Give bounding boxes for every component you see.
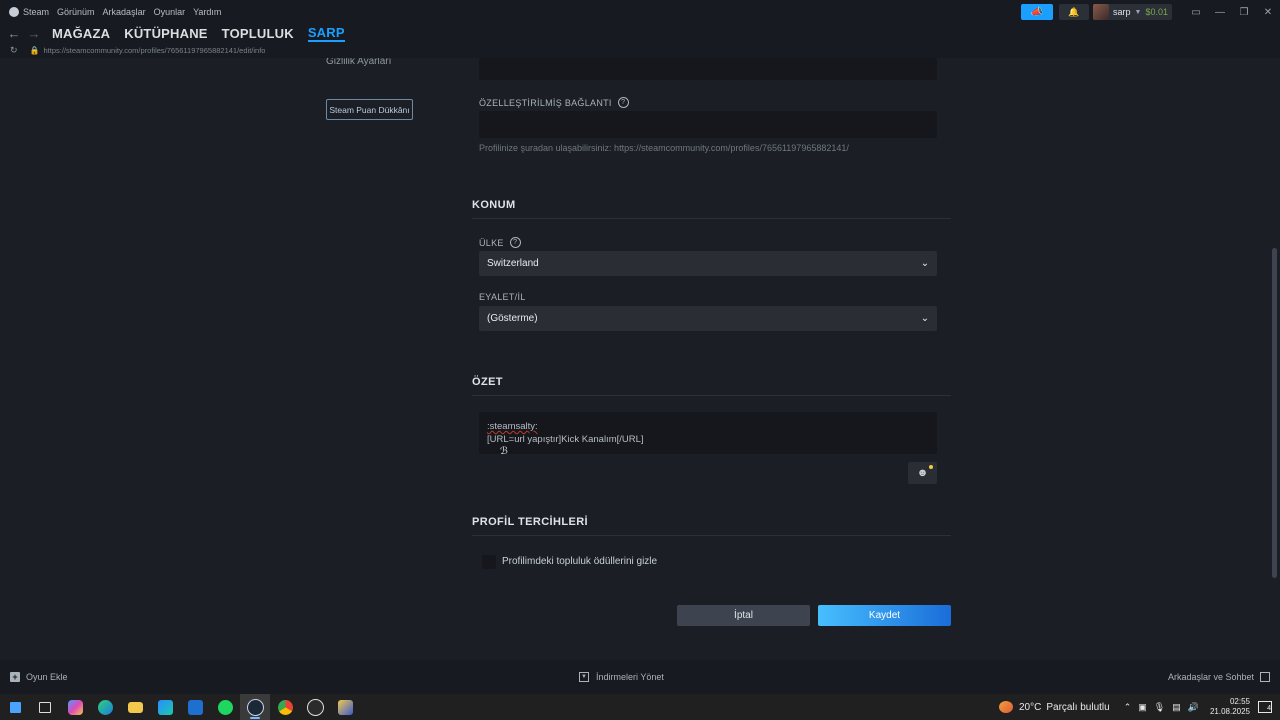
chat-icon bbox=[1260, 672, 1270, 682]
close-icon[interactable]: ✕ bbox=[1256, 0, 1280, 24]
location-section-title: KONUM bbox=[472, 199, 516, 211]
url-text[interactable]: https://steamcommunity.com/profiles/7656… bbox=[44, 46, 266, 55]
previous-field-input[interactable] bbox=[479, 58, 937, 80]
wallet-balance: $0.01 bbox=[1145, 7, 1168, 17]
country-select[interactable]: Switzerland ⌄ bbox=[479, 251, 937, 276]
custom-url-label: ÖZELLEŞTİRİLMİŞ BAĞLANTI ? bbox=[479, 97, 629, 108]
custom-url-hint: Profilinize şuradan ulaşabilirsiniz: htt… bbox=[479, 143, 849, 153]
chevron-down-icon: ⌄ bbox=[920, 258, 930, 269]
edge-icon[interactable] bbox=[90, 694, 120, 720]
country-value: Switzerland bbox=[487, 258, 539, 269]
steam-menubar: Steam Görünüm Arkadaşlar Oyunlar Yardım … bbox=[0, 0, 1280, 24]
state-select[interactable]: (Gösterme) ⌄ bbox=[479, 306, 937, 331]
download-icon: ▼ bbox=[579, 672, 589, 682]
emoticon-picker-button[interactable]: ☻ bbox=[908, 462, 937, 484]
add-game-button[interactable]: + Oyun Ekle bbox=[10, 672, 68, 682]
lock-icon: 🔒 bbox=[29, 45, 40, 55]
nav-community[interactable]: TOPLULUK bbox=[222, 26, 294, 41]
state-value: (Gösterme) bbox=[487, 313, 538, 324]
notification-icon[interactable]: 4 bbox=[1258, 701, 1272, 713]
location-divider bbox=[472, 218, 951, 219]
weather-widget[interactable]: 20°C Parçalı bulutlu bbox=[999, 701, 1110, 713]
summary-divider bbox=[472, 395, 951, 396]
edit-profile-content: Gizlilik Ayarları Steam Puan Dükkânı ÖZE… bbox=[0, 58, 1280, 660]
menu-steam[interactable]: Steam bbox=[23, 7, 49, 17]
preferences-divider bbox=[472, 535, 951, 536]
chevron-up-icon[interactable]: ⌃ bbox=[1124, 702, 1132, 713]
smiley-icon: ☻ bbox=[916, 467, 929, 479]
megaphone-icon[interactable]: 📣 bbox=[1021, 4, 1054, 20]
steam-bottom-bar: + Oyun Ekle ▼ İndirmeleri Yönet Arkadaşl… bbox=[0, 660, 1280, 694]
top-right-controls: 📣 🔔 sarp ▼ $0.01 ▭ — ❐ ✕ bbox=[1021, 0, 1280, 24]
hide-awards-checkbox[interactable] bbox=[482, 555, 496, 569]
meet-now-icon[interactable]: ▣ bbox=[1138, 702, 1147, 713]
chevron-down-icon: ▼ bbox=[1134, 8, 1142, 16]
clock[interactable]: 02:55 21.08.2025 bbox=[1210, 697, 1250, 717]
avatar bbox=[1093, 4, 1110, 20]
chrome-icon[interactable] bbox=[270, 694, 300, 720]
microsoft-store-icon[interactable] bbox=[150, 694, 180, 720]
minimize-icon[interactable]: — bbox=[1208, 0, 1232, 24]
url-bar: ↻ 🔒 https://steamcommunity.com/profiles/… bbox=[0, 42, 1280, 58]
menu-games[interactable]: Oyunlar bbox=[154, 7, 186, 17]
chevron-down-icon: ⌄ bbox=[920, 313, 930, 324]
state-label: EYALET/İL bbox=[479, 292, 526, 302]
menu-view[interactable]: Görünüm bbox=[57, 7, 95, 17]
nav-library[interactable]: KÜTÜPHANE bbox=[124, 26, 207, 41]
windows-start-icon[interactable] bbox=[0, 694, 30, 720]
plus-icon: + bbox=[10, 672, 20, 682]
spotify-icon[interactable] bbox=[210, 694, 240, 720]
reload-icon[interactable]: ↻ bbox=[10, 45, 18, 56]
big-picture-icon[interactable]: ▭ bbox=[1184, 0, 1208, 24]
task-view-icon[interactable] bbox=[30, 694, 60, 720]
main-nav: ← → MAĞAZA KÜTÜPHANE TOPLULUK SARP bbox=[0, 24, 1280, 42]
privacy-settings-link[interactable]: Gizlilik Ayarları bbox=[326, 58, 391, 67]
scrollbar-thumb[interactable] bbox=[1272, 248, 1277, 578]
summary-line-2: [URL=url yapıştır]Kick Kanalım[/URL] bbox=[487, 434, 644, 445]
save-button[interactable]: Kaydet bbox=[818, 605, 951, 626]
menu-help[interactable]: Yardım bbox=[193, 7, 221, 17]
points-shop-button[interactable]: Steam Puan Dükkânı bbox=[326, 99, 413, 120]
custom-url-input[interactable] bbox=[479, 111, 937, 138]
forward-arrow-icon[interactable]: → bbox=[24, 26, 44, 41]
bell-icon[interactable]: 🔔 bbox=[1059, 4, 1090, 20]
summary-line-1: :steamsalty: bbox=[487, 421, 538, 432]
app-icon[interactable] bbox=[330, 694, 360, 720]
cancel-button[interactable]: İptal bbox=[677, 605, 810, 626]
manage-downloads-button[interactable]: ▼ İndirmeleri Yönet bbox=[579, 672, 664, 682]
nav-profile[interactable]: SARP bbox=[307, 25, 345, 42]
obs-icon[interactable] bbox=[300, 694, 330, 720]
nav-store[interactable]: MAĞAZA bbox=[52, 26, 110, 41]
steam-logo-icon bbox=[9, 7, 19, 17]
menu-friends[interactable]: Arkadaşlar bbox=[103, 7, 146, 17]
new-indicator-dot bbox=[929, 465, 933, 469]
restore-icon[interactable]: ❐ bbox=[1232, 0, 1256, 24]
hide-awards-label[interactable]: Profilimdeki topluluk ödüllerini gizle bbox=[502, 556, 657, 567]
summary-textarea[interactable]: :steamsalty: [URL=url yapıştır]Kick Kana… bbox=[479, 412, 937, 454]
friends-chat-button[interactable]: Arkadaşlar ve Sohbet bbox=[1168, 672, 1270, 682]
network-icon[interactable]: ▤ bbox=[1172, 702, 1181, 713]
help-icon[interactable]: ? bbox=[617, 97, 629, 108]
back-arrow-icon[interactable]: ← bbox=[4, 26, 24, 41]
microphone-icon[interactable]: 🎙 bbox=[1154, 702, 1165, 713]
summary-section-title: ÖZET bbox=[472, 376, 503, 388]
text-cursor-icon: ℬ bbox=[500, 446, 508, 457]
help-icon[interactable]: ? bbox=[509, 237, 521, 248]
volume-icon[interactable]: 🔊 bbox=[1188, 702, 1199, 713]
country-label: ÜLKE ? bbox=[479, 237, 521, 248]
account-username: sarp bbox=[1113, 7, 1131, 17]
outlook-icon[interactable] bbox=[180, 694, 210, 720]
steam-taskbar-icon[interactable] bbox=[240, 694, 270, 720]
system-tray: 20°C Parçalı bulutlu ⌃ ▣ 🎙 ▤ 🔊 02:55 21.… bbox=[999, 694, 1280, 720]
copilot-icon[interactable] bbox=[60, 694, 90, 720]
preferences-section-title: PROFİL TERCİHLERİ bbox=[472, 516, 588, 528]
weather-icon bbox=[999, 701, 1013, 713]
file-explorer-icon[interactable] bbox=[120, 694, 150, 720]
account-menu[interactable]: sarp ▼ $0.01 bbox=[1093, 4, 1172, 20]
